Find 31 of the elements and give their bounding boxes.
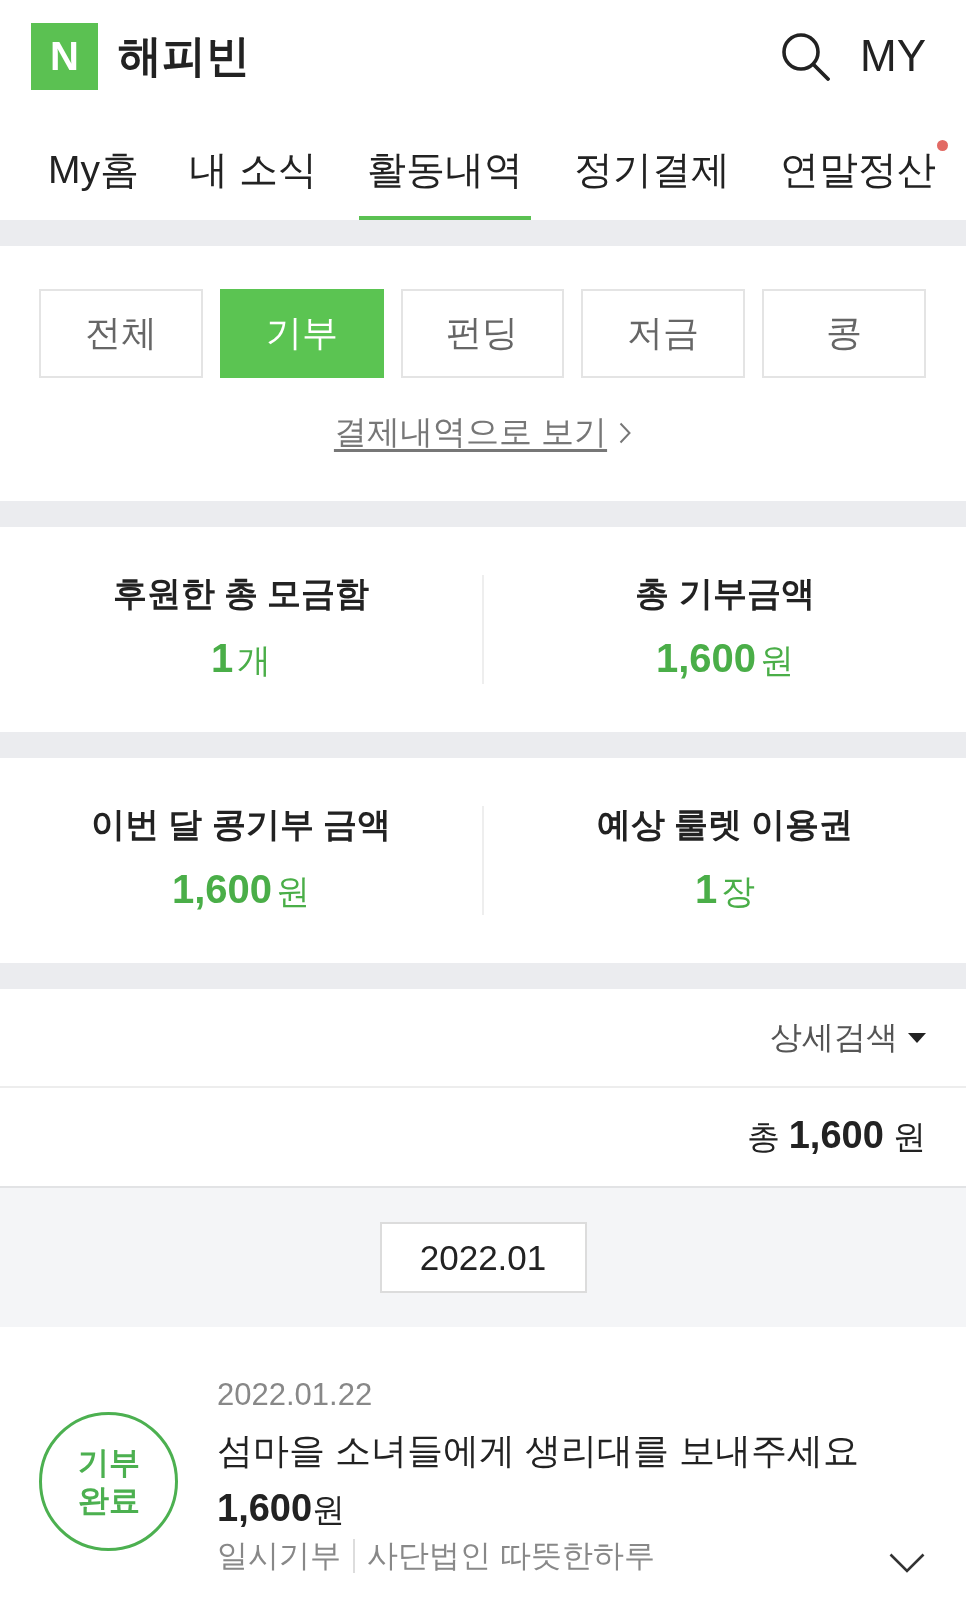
stat-value: 1,600원: [655, 635, 795, 682]
stat-label: 예상 룰렛 이용권: [596, 806, 854, 842]
donation-type: 일시기부: [217, 1539, 341, 1573]
organization-name: 사단법인 따뜻한하루: [353, 1539, 655, 1573]
stat-label: 이번 달 콩기부 금액: [90, 806, 392, 842]
nav-tab[interactable]: 연말정산: [771, 112, 944, 220]
stat-value: 1,600원: [171, 866, 311, 913]
filter-button[interactable]: 저금: [581, 289, 746, 378]
filter-button[interactable]: 콩: [762, 289, 926, 378]
status-stamp: 기부 완료: [39, 1412, 178, 1551]
detail-search-button[interactable]: 상세검색: [770, 1015, 926, 1060]
filter-button[interactable]: 전체: [39, 289, 203, 378]
month-header: 2022.01: [379, 1222, 587, 1293]
chevron-down-icon[interactable]: [889, 1553, 925, 1573]
payment-history-link[interactable]: 결제내역으로 보기: [333, 410, 632, 455]
total-amount: 총 1,600 원: [746, 1114, 926, 1158]
donation-date: 2022.01.22: [217, 1376, 373, 1414]
chevron-right-icon: [619, 421, 632, 444]
my-menu-button[interactable]: MY: [860, 34, 926, 78]
stat-label: 후원한 총 모금함: [112, 575, 370, 611]
stat-label: 총 기부금액: [635, 575, 815, 611]
search-icon[interactable]: [780, 31, 830, 81]
app-title: 해피빈: [118, 29, 250, 82]
donation-amount: 1,600원: [217, 1486, 346, 1531]
donation-title[interactable]: 섬마을 소녀들에게 생리대를 보내주세요: [217, 1423, 859, 1479]
nav-tab[interactable]: 정기결제: [565, 112, 738, 220]
nav-tab[interactable]: 내 소식: [181, 112, 326, 220]
stat-value: 1개: [210, 635, 272, 682]
filter-button[interactable]: 펀딩: [400, 289, 565, 378]
nav-tab[interactable]: My홈: [40, 112, 147, 220]
stat-value: 1장: [694, 866, 756, 913]
